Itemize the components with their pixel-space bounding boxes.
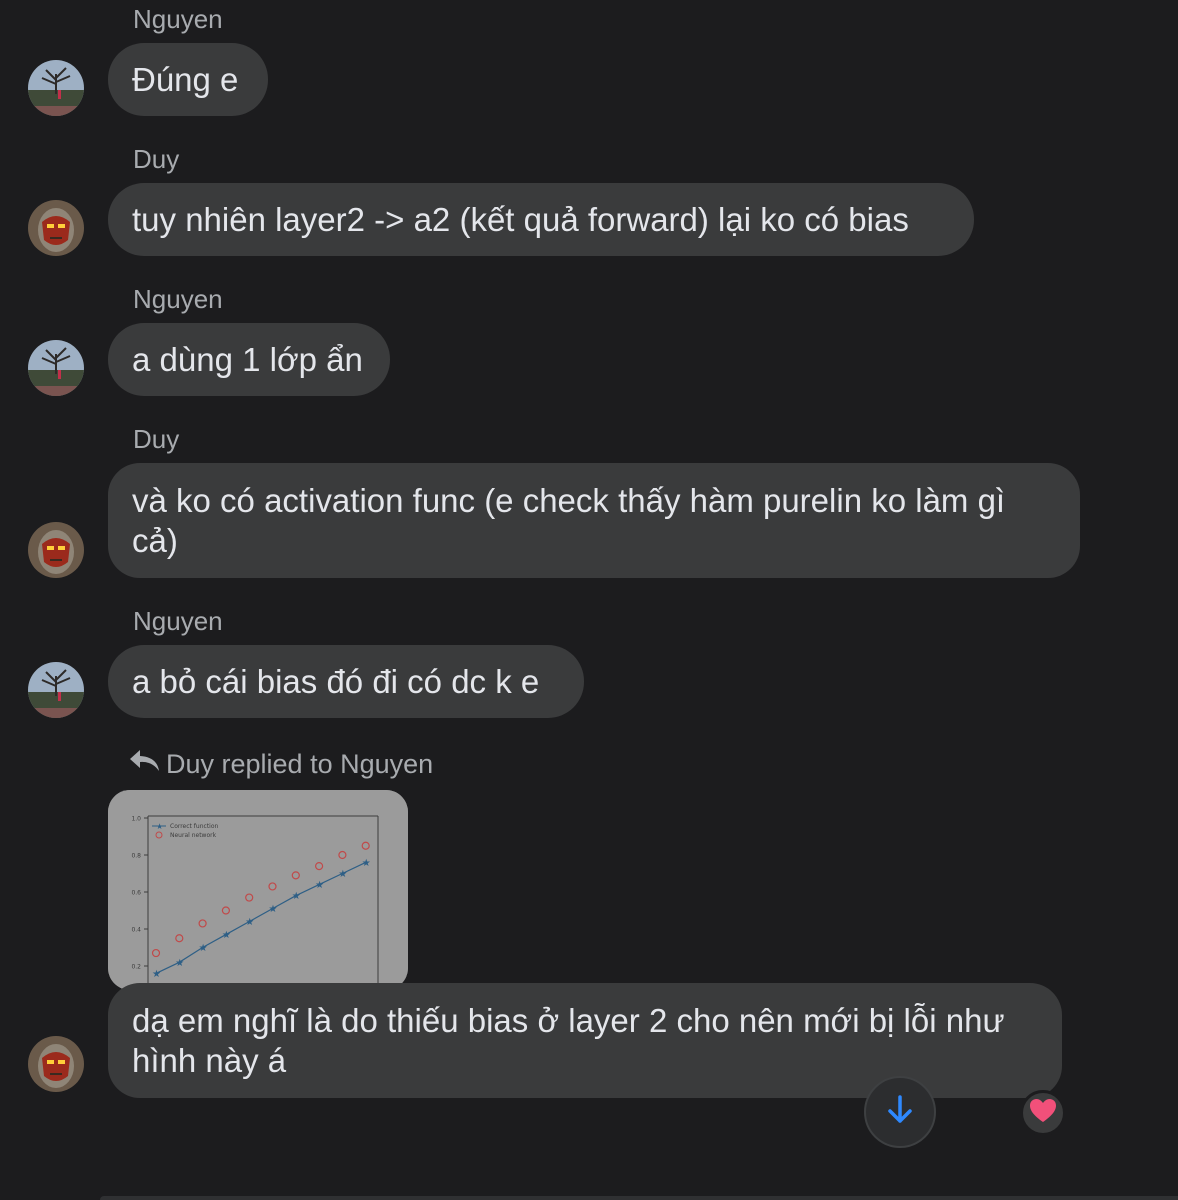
arrow-down-icon <box>883 1093 917 1132</box>
legend-label-correct: Correct function <box>170 823 219 830</box>
sender-name: Nguyen <box>133 284 223 314</box>
y-tick-label: 0.6 <box>131 890 141 897</box>
avatar-duy[interactable] <box>28 522 84 578</box>
sender-name: Nguyen <box>133 4 223 34</box>
avatar-duy[interactable] <box>28 1036 84 1092</box>
data-point-correct-function: ★ <box>315 880 324 891</box>
sender-name: Nguyen <box>133 606 223 636</box>
message-bubble[interactable]: a dùng 1 lớp ẩn <box>108 323 390 396</box>
heart-icon <box>1029 1098 1057 1129</box>
data-point-correct-function: ★ <box>175 958 184 969</box>
reply-text: Duy replied to Nguyen <box>166 749 434 779</box>
y-tick-label: 0.8 <box>131 853 141 860</box>
reply-arrow-icon <box>128 748 162 781</box>
data-point-correct-function: ★ <box>292 891 301 902</box>
message-bubble[interactable]: Đúng e <box>108 43 268 116</box>
message-bubble[interactable]: a bỏ cái bias đó đi có dc k e <box>108 645 584 718</box>
avatar-nguyen[interactable] <box>28 60 84 116</box>
data-point-correct-function: ★ <box>362 858 371 869</box>
data-point-correct-function: ★ <box>152 969 161 980</box>
data-point-correct-function: ★ <box>338 869 347 880</box>
y-tick-label: 1.0 <box>131 816 141 823</box>
composer-edge <box>100 1196 1178 1200</box>
scroll-to-bottom-button[interactable] <box>864 1076 936 1148</box>
sender-name: Duy <box>133 424 180 454</box>
data-point-correct-function: ★ <box>199 943 208 954</box>
sender-name: Duy <box>133 144 180 174</box>
legend-label-nn: Neural network <box>170 832 217 839</box>
heart-reaction[interactable] <box>1020 1090 1066 1136</box>
data-point-correct-function: ★ <box>222 930 231 941</box>
message-bubble[interactable]: tuy nhiên layer2 -> a2 (kết quả forward)… <box>108 183 974 256</box>
chart-image: 1.0 0.8 0.6 0.4 0.2 ★ Correct function Neural … <box>108 790 408 990</box>
avatar-nguyen[interactable] <box>28 340 84 396</box>
avatar-nguyen[interactable] <box>28 662 84 718</box>
data-point-correct-function: ★ <box>245 917 254 928</box>
avatar-duy[interactable] <box>28 200 84 256</box>
reply-label: Duy replied to Nguyen <box>128 748 433 781</box>
data-point-correct-function: ★ <box>269 904 278 915</box>
y-tick-label: 0.2 <box>131 964 141 971</box>
message-bubble[interactable]: và ko có activation func (e check thấy h… <box>108 463 1080 578</box>
image-attachment[interactable]: 1.0 0.8 0.6 0.4 0.2 ★ Correct function Neural … <box>108 790 408 990</box>
legend-marker-correct: ★ <box>156 822 163 831</box>
y-tick-label: 0.4 <box>131 927 141 934</box>
